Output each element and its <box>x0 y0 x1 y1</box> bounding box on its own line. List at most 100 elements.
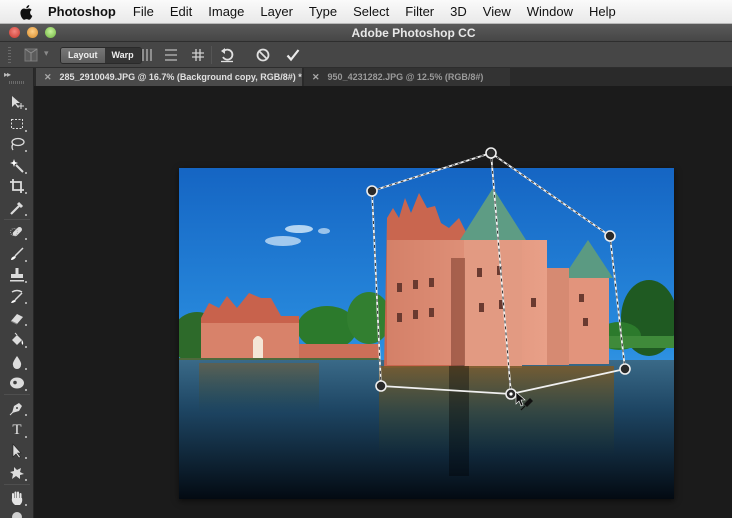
document-tab-inactive[interactable]: ✕ 950_4231282.JPG @ 12.5% (RGB/8#) <box>304 68 510 86</box>
move-tool[interactable] <box>6 92 28 112</box>
brush-tool[interactable] <box>6 244 28 264</box>
zoom-window-button[interactable] <box>45 27 56 38</box>
toolbar-separator <box>4 219 30 220</box>
tab-label: 950_4231282.JPG @ 12.5% (RGB/8#) <box>327 72 484 82</box>
dodge-tool[interactable] <box>6 373 28 393</box>
history-brush-tool[interactable] <box>6 286 28 306</box>
custom-shape-tool[interactable] <box>6 463 28 483</box>
eyedropper-tool[interactable] <box>6 198 28 218</box>
warp-pin-top[interactable] <box>485 147 497 159</box>
document-canvas-image[interactable] <box>179 168 674 499</box>
menu-app-photoshop[interactable]: Photoshop <box>48 4 116 19</box>
document-tab-active[interactable]: ✕ 285_2910049.JPG @ 16.7% (Background cop… <box>36 68 302 86</box>
menu-view[interactable]: View <box>483 4 511 19</box>
magic-wand-tool[interactable] <box>6 156 28 176</box>
menu-type[interactable]: Type <box>309 4 337 19</box>
menu-filter[interactable]: Filter <box>405 4 434 19</box>
menu-image[interactable]: Image <box>208 4 244 19</box>
type-tool-icon: T <box>12 421 22 438</box>
options-separator <box>211 46 212 64</box>
layout-mode-button[interactable]: Layout <box>61 48 105 63</box>
path-selection-tool[interactable] <box>6 441 28 461</box>
warp-pin-upper-left[interactable] <box>366 185 378 197</box>
menu-window[interactable]: Window <box>527 4 573 19</box>
zoom-tool[interactable] <box>6 506 28 518</box>
type-tool[interactable]: T <box>6 420 28 440</box>
magic-wand-icon <box>10 159 24 173</box>
tool-options-bar: ▾ Layout Warp <box>0 42 732 68</box>
split-vertical-button[interactable] <box>139 45 155 65</box>
crop-tool[interactable] <box>6 176 28 196</box>
lasso-icon <box>11 137 25 151</box>
crop-icon <box>10 179 24 193</box>
toolbar-separator <box>4 394 30 395</box>
zoom-magnifier-icon <box>12 512 22 518</box>
rectangular-marquee-tool[interactable] <box>6 114 28 134</box>
commit-button[interactable] <box>284 45 302 65</box>
close-window-button[interactable] <box>9 27 20 38</box>
cancel-icon <box>256 48 270 62</box>
warp-pin-bottom-left[interactable] <box>375 380 387 392</box>
reset-undo-icon <box>221 48 234 63</box>
close-tab-icon[interactable]: ✕ <box>44 72 52 82</box>
puppet-warp-preset-icon[interactable] <box>22 46 40 64</box>
mode-segmented-control: Layout Warp <box>60 47 142 64</box>
commit-checkmark-icon <box>286 49 300 62</box>
custom-shape-icon <box>10 467 24 479</box>
clone-stamp-tool[interactable] <box>6 265 28 285</box>
pen-nib-icon <box>9 403 22 416</box>
warp-mode-button[interactable]: Warp <box>104 48 141 63</box>
tools-panel-grip[interactable] <box>9 81 25 84</box>
split-horizontal-button[interactable] <box>163 45 179 65</box>
options-bar-grip[interactable] <box>8 47 11 63</box>
menu-help[interactable]: Help <box>589 4 616 19</box>
warp-pin-upper-right[interactable] <box>604 230 616 242</box>
paint-bucket-tool[interactable] <box>6 330 28 350</box>
paint-bucket-icon <box>12 332 24 345</box>
spot-healing-brush-tool[interactable] <box>6 222 28 242</box>
history-brush-icon <box>11 289 23 303</box>
split-vertical-icon <box>142 49 152 61</box>
mac-menu-bar: Photoshop File Edit Image Layer Type Sel… <box>0 0 732 24</box>
lasso-tool[interactable] <box>6 134 28 154</box>
dodge-icon <box>10 377 24 389</box>
warp-pin-bottom-right[interactable] <box>619 363 631 375</box>
move-tool-icon <box>12 96 24 109</box>
hand-icon <box>11 491 23 505</box>
bandage-icon <box>10 227 22 237</box>
hand-tool[interactable] <box>6 488 28 508</box>
brush-icon <box>11 247 24 260</box>
split-horizontal-icon <box>165 49 177 61</box>
castle-photo <box>179 168 674 499</box>
eraser-icon <box>10 314 23 325</box>
window-title: Adobe Photoshop CC <box>351 26 476 40</box>
blur-tool[interactable] <box>6 352 28 372</box>
tools-panel: ▸▸ T <box>0 68 34 518</box>
menu-edit[interactable]: Edit <box>170 4 192 19</box>
tab-label: 285_2910049.JPG @ 16.7% (Background copy… <box>59 72 302 82</box>
close-tab-icon[interactable]: ✕ <box>312 72 320 82</box>
cancel-button[interactable] <box>254 45 272 65</box>
document-tab-bar: ✕ 285_2910049.JPG @ 16.7% (Background cop… <box>34 68 732 86</box>
toolbar-separator <box>4 484 30 485</box>
collapse-panel-icon[interactable]: ▸▸ <box>4 70 11 79</box>
split-grid-button[interactable] <box>190 45 206 65</box>
reset-button[interactable] <box>218 45 236 65</box>
menu-layer[interactable]: Layer <box>260 4 293 19</box>
eraser-tool[interactable] <box>6 308 28 328</box>
marquee-icon <box>11 119 23 129</box>
apple-logo-icon[interactable] <box>18 4 36 20</box>
minimize-window-button[interactable] <box>27 27 38 38</box>
menu-select[interactable]: Select <box>353 4 389 19</box>
stamp-icon <box>10 268 24 282</box>
menu-file[interactable]: File <box>133 4 154 19</box>
pen-tool[interactable] <box>6 398 28 418</box>
window-title-bar: Adobe Photoshop CC <box>0 24 732 42</box>
split-grid-icon <box>192 49 204 61</box>
preset-dropdown-arrow-icon[interactable]: ▾ <box>44 48 49 59</box>
blur-drop-icon <box>12 356 22 369</box>
warp-pin-bottom-middle-selected[interactable] <box>505 388 517 400</box>
path-selection-arrow-icon <box>12 443 22 459</box>
menu-3d[interactable]: 3D <box>450 4 467 19</box>
eyedropper-icon <box>10 201 24 215</box>
